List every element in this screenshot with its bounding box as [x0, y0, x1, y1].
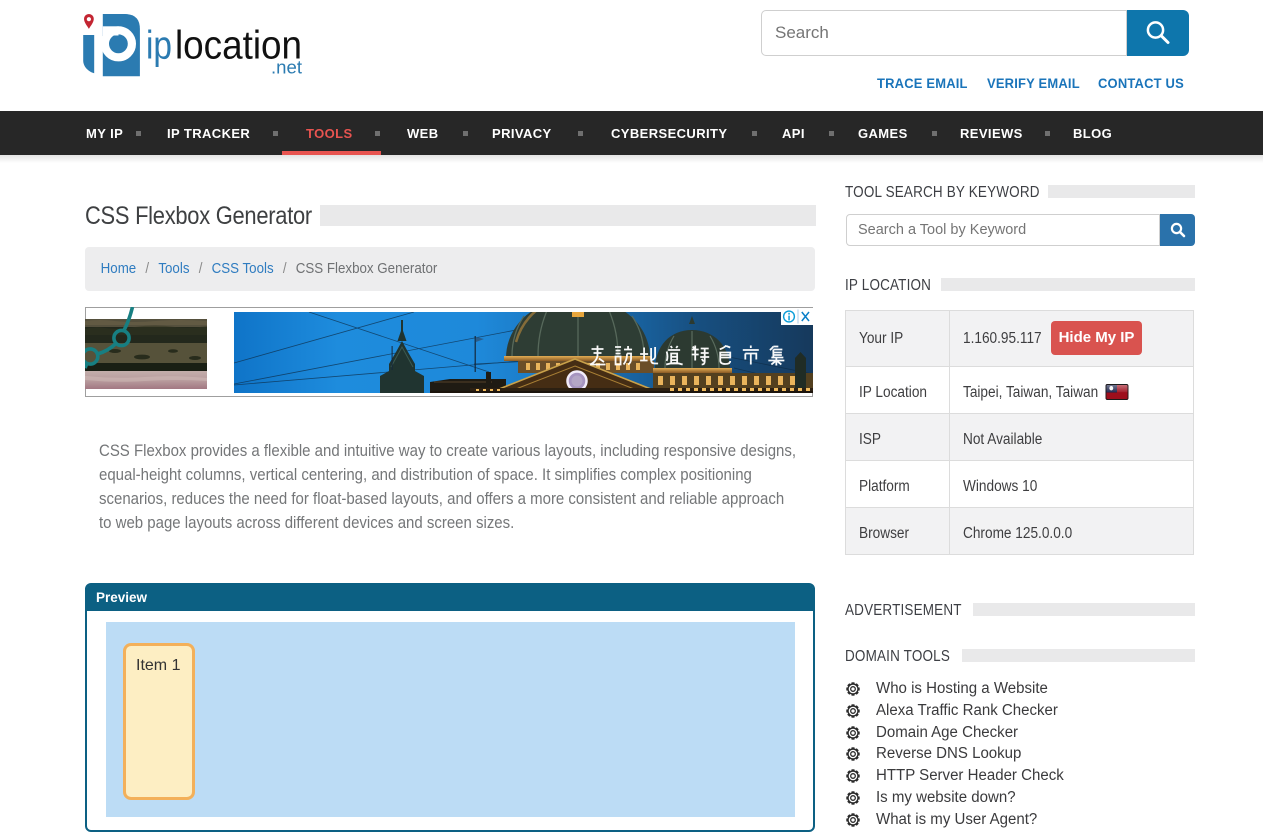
svg-text:.net: .net — [271, 58, 302, 78]
svg-text:ip: ip — [146, 24, 172, 68]
